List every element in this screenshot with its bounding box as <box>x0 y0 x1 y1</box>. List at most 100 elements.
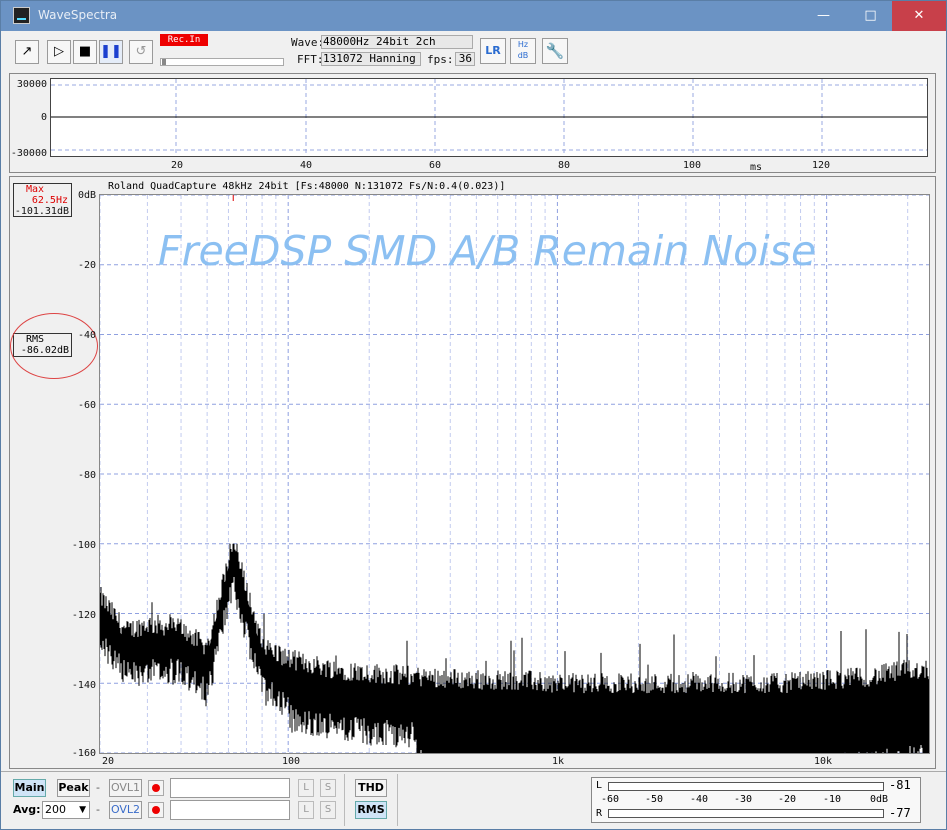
meter-scale-tick: -40 <box>690 794 709 805</box>
spec-x-tick: 1k <box>552 756 565 767</box>
spectrum-data-point <box>556 692 559 695</box>
spectrum-data-point <box>206 658 208 660</box>
spectrum-data-point <box>180 637 182 639</box>
pause-icon[interactable]: ❚❚ <box>99 40 123 64</box>
spectrum-data-point <box>923 679 925 681</box>
window-title: WaveSpectra <box>38 8 118 22</box>
meter-scale-tick: -60 <box>601 794 620 805</box>
hz-db-scale-icon[interactable]: Hz dB <box>510 38 536 64</box>
spec-y-tick: -100 <box>71 540 96 551</box>
waveform-panel: 30000 0 -30000 20 40 60 80 100 ms 120 <box>9 73 936 173</box>
meter-scale-tick: -50 <box>645 794 664 805</box>
meter-value-l: -81 <box>889 778 911 792</box>
stop-icon[interactable]: ■ <box>73 40 97 64</box>
spec-y-tick: -80 <box>77 470 96 481</box>
peak-button[interactable]: Peak <box>57 779 90 797</box>
wave-y-tick-zero: 0 <box>40 112 47 123</box>
spec-x-tick: 10k <box>814 756 833 767</box>
fft-setting-value[interactable]: 131072 Hanning <box>321 52 421 66</box>
spectrum-data-point <box>415 685 418 688</box>
separator-dash: - <box>96 781 100 794</box>
minimize-button[interactable]: — <box>801 1 846 31</box>
spectrum-panel: Roland QuadCapture 48kHz 24bit [Fs:48000… <box>9 176 936 769</box>
ovl1-save-button[interactable]: S <box>320 779 336 797</box>
settings-wrench-icon[interactable]: 🔧 <box>542 38 568 64</box>
spectrum-data-point <box>906 679 909 681</box>
spec-y-tick: -60 <box>77 400 96 411</box>
close-button[interactable]: ✕ <box>892 1 946 31</box>
wave-x-tick: 60 <box>429 160 442 171</box>
wave-x-tick: 20 <box>171 160 184 171</box>
main-button[interactable]: Main <box>13 779 46 797</box>
rec-level-slider[interactable] <box>160 58 284 66</box>
ovl2-name-field[interactable] <box>170 800 290 820</box>
rms-highlight-circle <box>10 313 98 379</box>
thd-button[interactable]: THD <box>355 779 387 797</box>
ovl1-load-button[interactable]: L <box>298 779 314 797</box>
spectrum-data-point <box>146 633 149 636</box>
meter-bar-l <box>608 782 884 791</box>
meter-ch-r: R <box>596 808 603 819</box>
ovl2-save-button[interactable]: S <box>320 801 336 819</box>
ovl1-button[interactable]: OVL1 <box>109 779 142 797</box>
open-file-icon[interactable]: ↗ <box>15 40 39 64</box>
wave-x-tick: 80 <box>558 160 571 171</box>
divider <box>397 774 398 826</box>
app-icon <box>13 7 30 24</box>
spectrum-data-point <box>514 689 517 691</box>
spec-y-tick: -160 <box>71 748 96 759</box>
avg-select[interactable]: 200 ▼ <box>42 801 90 819</box>
spectrum-data-point <box>685 692 687 695</box>
spec-x-tick: 20 <box>102 756 115 767</box>
wave-x-unit: ms <box>750 162 763 173</box>
spectrum-data-point <box>287 668 289 671</box>
meter-scale-tick: -30 <box>734 794 753 805</box>
maximize-button[interactable]: □ <box>848 1 893 31</box>
spectrum-data-point <box>368 682 371 685</box>
meter-scale-tick: -10 <box>823 794 842 805</box>
refresh-icon[interactable]: ↺ <box>129 40 153 64</box>
spec-x-tick: 100 <box>282 756 301 767</box>
avg-label: Avg: <box>13 803 41 816</box>
title-bar: WaveSpectra — □ ✕ <box>1 1 946 31</box>
app-window: WaveSpectra — □ ✕ ↗ ▷ ■ ❚❚ ↺ Rec.In Wave… <box>0 0 947 830</box>
spectrum-data-point <box>637 692 640 695</box>
play-icon[interactable]: ▷ <box>47 40 71 64</box>
spec-y-tick: -20 <box>77 260 96 271</box>
wave-label: Wave: <box>291 36 325 49</box>
max-level: -101.31dB <box>14 206 69 217</box>
spectrum-data-point <box>334 679 337 681</box>
ovl2-record-icon[interactable] <box>148 802 164 818</box>
meter-scale-tick: 0dB <box>870 794 889 805</box>
spectrum-data-point <box>873 685 875 688</box>
ovl1-name-field[interactable] <box>170 778 290 798</box>
spectrum-data-point <box>744 692 747 695</box>
ovl2-load-button[interactable]: L <box>298 801 314 819</box>
meter-ch-l: L <box>596 780 603 791</box>
toolbar: ↗ ▷ ■ ❚❚ ↺ Rec.In Wave: 48000Hz 24bit 2c… <box>5 32 942 71</box>
meter-bar-r <box>608 809 884 818</box>
waveform-plot <box>50 78 928 157</box>
ovl2-button[interactable]: OVL2 <box>109 801 142 819</box>
spectrum-data-point <box>784 692 786 695</box>
overlay-title: FreeDSP SMD A/B Remain Noise <box>158 227 817 275</box>
fft-label: FFT: <box>297 53 324 66</box>
ovl1-record-icon[interactable] <box>148 780 164 796</box>
wave-y-tick-bottom: -30000 <box>10 148 47 159</box>
level-meter: L -81 -60 -50 -40 -30 -20 -10 0dB R -77 <box>591 777 921 823</box>
wave-x-tick: 40 <box>300 160 313 171</box>
chevron-down-icon: ▼ <box>79 805 86 815</box>
spectrum-data-point <box>825 689 828 691</box>
rms-button[interactable]: RMS <box>355 801 387 819</box>
spectrum-data-point <box>475 689 478 691</box>
fps-label: fps: <box>427 53 454 66</box>
wave-x-tick: 120 <box>812 160 831 171</box>
lr-channel-icon[interactable]: LR <box>480 38 506 64</box>
spec-y-tick: -120 <box>71 610 96 621</box>
spec-y-tick: 0dB <box>77 190 96 201</box>
meter-scale: -60 -50 -40 -30 -20 -10 0dB <box>592 794 892 806</box>
max-label: Max <box>26 184 45 195</box>
bottom-control-bar: Main Peak - OVL1 L S Avg: 200 ▼ - OVL2 L… <box>1 771 946 829</box>
spectrum-data-point <box>232 549 234 552</box>
spectrum-noise-trace <box>99 543 930 753</box>
